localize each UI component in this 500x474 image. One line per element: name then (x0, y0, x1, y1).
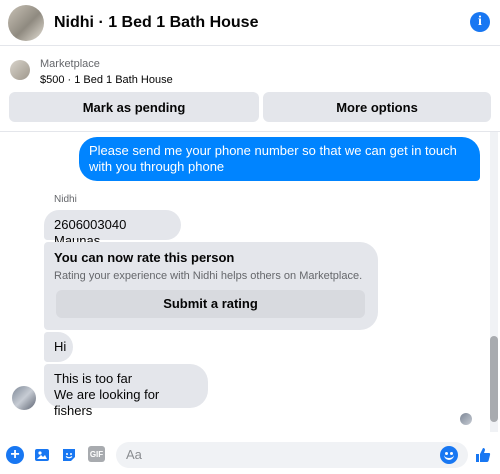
rating-card-title: You can now rate this person (54, 250, 235, 265)
marketplace-label: Marketplace (40, 58, 100, 70)
incoming-message[interactable]: 2606003040 Maunas (44, 210, 181, 248)
emoji-icon[interactable] (440, 446, 458, 464)
info-icon[interactable]: i (470, 12, 490, 32)
marketplace-panel: Marketplace $500 · 1 Bed 1 Bath House Ma… (0, 46, 500, 132)
chat-header: Nidhi · 1 Bed 1 Bath House i (0, 0, 500, 46)
photo-icon[interactable] (33, 446, 51, 464)
sender-avatar[interactable] (12, 386, 36, 410)
gif-icon[interactable]: GIF (88, 446, 105, 462)
message-line: This is too far (54, 371, 133, 386)
listing-avatar[interactable] (8, 4, 44, 41)
chat-title[interactable]: Nidhi · 1 Bed 1 Bath House (54, 14, 258, 32)
listing-title[interactable]: $500 · 1 Bed 1 Bath House (40, 74, 173, 86)
scrollbar-thumb[interactable] (490, 336, 498, 422)
seen-indicator-avatar (460, 413, 472, 425)
message-line: We are looking for fishers (54, 387, 160, 418)
incoming-message[interactable]: Hi (44, 332, 73, 362)
sender-name: Nidhi (54, 194, 77, 205)
message-list: Please send me your phone number so that… (0, 132, 500, 432)
outgoing-message[interactable]: Please send me your phone number so that… (79, 137, 480, 181)
plus-icon[interactable]: + (6, 446, 24, 464)
more-options-button[interactable]: More options (263, 92, 491, 122)
submit-rating-button[interactable]: Submit a rating (56, 290, 365, 318)
sticker-icon[interactable] (60, 446, 78, 464)
listing-thumbnail[interactable] (10, 60, 30, 80)
thumbs-up-icon[interactable] (474, 446, 492, 464)
rating-card: You can now rate this person Rating your… (44, 242, 378, 330)
incoming-message[interactable]: This is too far We are looking for fishe… (44, 364, 208, 418)
mark-as-pending-button[interactable]: Mark as pending (9, 92, 259, 122)
rating-card-text: Rating your experience with Nidhi helps … (54, 270, 363, 282)
message-input[interactable]: Aa (116, 442, 468, 468)
